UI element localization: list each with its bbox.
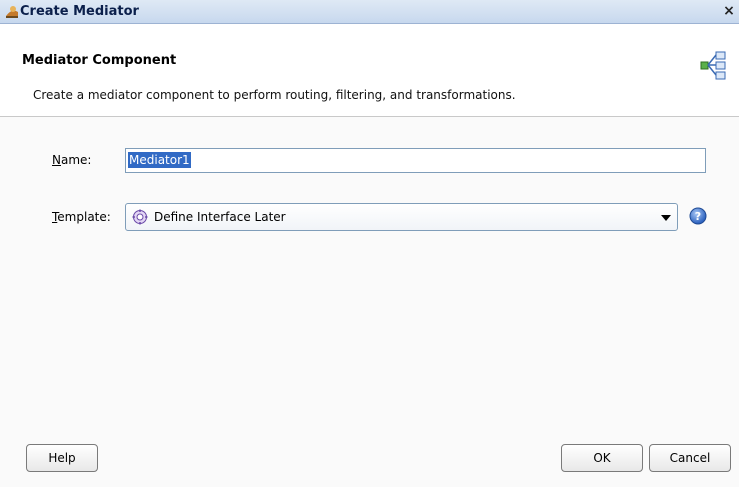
- name-label-mnemonic: N: [52, 153, 61, 167]
- gear-icon: [132, 209, 148, 225]
- app-icon: [6, 6, 18, 18]
- cancel-button[interactable]: Cancel: [649, 444, 731, 472]
- name-input[interactable]: Mediator1: [125, 148, 706, 173]
- svg-text:?: ?: [695, 210, 701, 223]
- routing-diagram-icon: [700, 51, 726, 80]
- template-label: Template:: [52, 210, 111, 224]
- close-button[interactable]: ×: [721, 4, 737, 20]
- create-mediator-dialog: Create Mediator × Mediator Component Cre…: [0, 0, 739, 487]
- window-title: Create Mediator: [20, 4, 139, 19]
- help-button[interactable]: Help: [26, 444, 98, 472]
- header-description: Create a mediator component to perform r…: [33, 88, 516, 102]
- name-value: Mediator1: [128, 152, 191, 168]
- name-label-rest: ame:: [60, 153, 92, 167]
- header-banner: Mediator Component Create a mediator com…: [0, 24, 739, 117]
- template-value: Define Interface Later: [154, 210, 286, 224]
- ok-button[interactable]: OK: [561, 444, 643, 472]
- header-title: Mediator Component: [22, 53, 177, 68]
- title-bar[interactable]: Create Mediator ×: [0, 0, 739, 24]
- help-icon[interactable]: ?: [689, 207, 707, 225]
- name-label: Name:: [52, 153, 91, 167]
- template-label-rest: emplate:: [57, 210, 111, 224]
- template-select[interactable]: Define Interface Later: [125, 203, 678, 231]
- chevron-down-icon[interactable]: [661, 215, 671, 221]
